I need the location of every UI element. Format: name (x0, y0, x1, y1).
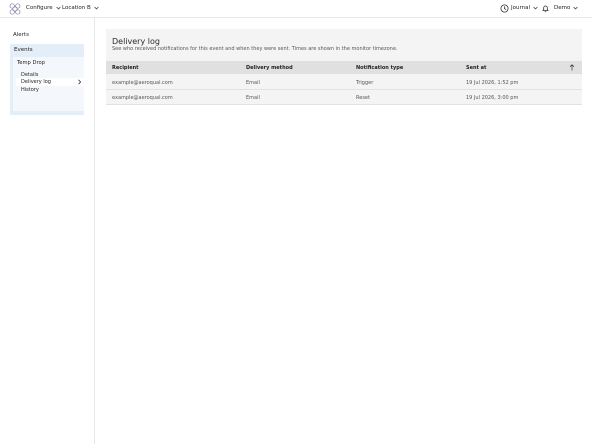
location-label: Location B (62, 5, 91, 11)
location-menu[interactable]: Location B (62, 5, 99, 11)
sort-arrow-up-icon[interactable] (569, 64, 575, 71)
table-row[interactable]: example@aeroqual.com Email Trigger 19 Ju… (106, 75, 582, 90)
bell-icon[interactable] (541, 4, 550, 13)
sidebar-item-alerts[interactable]: Alerts (13, 32, 29, 38)
cell-sent-at: 19 Jul 2026, 1:52 pm (466, 80, 519, 86)
cell-notification-type: Reset (356, 95, 370, 101)
sidebar-item-delivery-log-label: Delivery log (21, 79, 51, 85)
sidebar-events-panel: Events Temp Drop Details Delivery log Hi… (10, 44, 84, 115)
table-header: Recipient Delivery method Notification t… (106, 61, 582, 74)
cell-delivery-method: Email (246, 95, 260, 101)
sidebar-item-history[interactable]: History (21, 87, 39, 93)
column-header-sent-at[interactable]: Sent at (466, 65, 486, 71)
chevron-down-icon (573, 6, 578, 10)
table-row[interactable]: example@aeroqual.com Email Reset 19 Jul … (106, 90, 582, 105)
sidebar-item-events[interactable]: Events (14, 47, 33, 53)
chevron-down-icon (94, 6, 99, 10)
column-header-delivery-method[interactable]: Delivery method (246, 65, 293, 71)
cell-sent-at: 19 Jul 2026, 3:00 pm (466, 95, 519, 101)
cell-notification-type: Trigger (356, 80, 374, 86)
sidebar-item-delivery-log[interactable]: Delivery log (16, 78, 84, 86)
user-label: Demo (554, 5, 571, 11)
sidebar-item-temp-drop[interactable]: Temp Drop (17, 60, 45, 66)
configure-menu[interactable]: Configure (26, 5, 61, 11)
page-description: See who received notifications for this … (112, 46, 398, 52)
column-header-recipient[interactable]: Recipient (112, 65, 139, 71)
configure-label: Configure (26, 5, 53, 11)
cell-delivery-method: Email (246, 80, 260, 86)
clock-icon[interactable] (500, 4, 509, 13)
delivery-log-card: Delivery log See who received notificati… (106, 29, 582, 105)
journal-label: Journal (511, 5, 531, 11)
sidebar: Alerts Events Temp Drop Details Delivery… (0, 18, 95, 444)
chevron-right-icon (78, 79, 82, 85)
column-header-notification-type[interactable]: Notification type (356, 65, 403, 71)
logo-icon[interactable] (9, 3, 21, 15)
cell-recipient: example@aeroqual.com (112, 80, 173, 86)
top-bar: Configure Location B Journal Demo (0, 0, 592, 18)
page-title: Delivery log (112, 37, 160, 46)
event-subnav: Temp Drop Details Delivery log History (13, 57, 84, 111)
journal-menu[interactable]: Journal (511, 5, 538, 11)
user-menu[interactable]: Demo (554, 5, 578, 11)
chevron-down-icon (56, 6, 61, 10)
cell-recipient: example@aeroqual.com (112, 95, 173, 101)
chevron-down-icon (533, 6, 538, 10)
